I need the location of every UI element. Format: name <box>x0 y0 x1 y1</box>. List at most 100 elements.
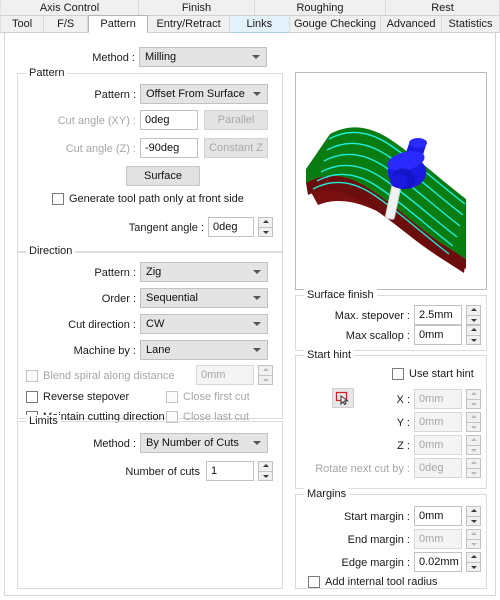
number-of-cuts-spinner[interactable] <box>258 461 273 481</box>
parallel-button[interactable]: Parallel <box>204 110 268 130</box>
tab-links[interactable]: Links <box>229 16 290 33</box>
spinner-down-icon[interactable] <box>258 374 273 385</box>
chevron-down-icon <box>253 296 261 300</box>
tab-rest[interactable]: Rest <box>386 0 500 16</box>
add-internal-tool-radius-label: Add internal tool radius <box>325 576 438 588</box>
edge-margin-input[interactable]: 0.02mm <box>414 552 462 572</box>
cut-angle-z-input[interactable]: -90deg <box>140 138 198 158</box>
tab-pattern[interactable]: Pattern <box>88 15 149 33</box>
number-of-cuts-value: 1 <box>211 465 218 477</box>
limits-method-combobox[interactable]: By Number of Cuts <box>140 433 268 453</box>
use-start-hint-label: Use start hint <box>409 368 474 380</box>
spinner-up-icon[interactable] <box>466 552 481 562</box>
max-stepover-spinner[interactable] <box>466 305 481 325</box>
pattern-combobox[interactable]: Offset From Surface <box>140 84 268 104</box>
spinner-up-icon[interactable] <box>466 458 481 468</box>
spinner-up-icon[interactable] <box>466 305 481 315</box>
spinner-up-icon[interactable] <box>466 412 481 422</box>
pattern-tab-pane: Method : Milling Pattern Pattern : Offse… <box>4 33 496 596</box>
tab-label: Rest <box>431 1 454 14</box>
spinner-up-icon[interactable] <box>258 217 273 227</box>
start-hint-y-label: Y : <box>396 417 410 429</box>
spinner-up-icon[interactable] <box>466 529 481 539</box>
use-start-hint-checkbox[interactable]: Use start hint <box>392 367 474 381</box>
rotate-next-cut-label: Rotate next cut by : <box>315 463 410 475</box>
tangent-angle-label: Tangent angle : <box>128 222 204 234</box>
max-scallop-spinner[interactable] <box>466 325 481 345</box>
spinner-down-icon[interactable] <box>258 470 273 481</box>
tab-tool[interactable]: Tool <box>0 16 45 33</box>
margins-group-title: Margins <box>304 488 350 500</box>
spinner-down-icon[interactable] <box>258 226 273 237</box>
add-internal-tool-radius-checkbox[interactable]: Add internal tool radius <box>308 575 438 589</box>
tab-statistics[interactable]: Statistics <box>441 16 500 33</box>
spinner-down-icon[interactable] <box>466 421 481 432</box>
direction-pattern-combobox[interactable]: Zig <box>140 262 268 282</box>
spinner-up-icon[interactable] <box>466 389 481 399</box>
cut-angle-xy-input[interactable]: 0deg <box>140 110 198 130</box>
spinner-down-icon[interactable] <box>466 398 481 409</box>
max-scallop-input[interactable]: 0mm <box>414 325 462 345</box>
method-combobox[interactable]: Milling <box>139 47 267 67</box>
spinner-down-icon[interactable] <box>466 561 481 572</box>
machine-by-combobox[interactable]: Lane <box>140 340 268 360</box>
spinner-up-icon[interactable] <box>466 506 481 516</box>
blend-spiral-checkbox[interactable]: Blend spiral along distance <box>26 369 174 383</box>
start-margin-input[interactable]: 0mm <box>414 506 462 526</box>
start-hint-x-value: 0mm <box>419 393 444 405</box>
tab-entry-retract[interactable]: Entry/Retract <box>148 16 230 33</box>
max-stepover-input[interactable]: 2.5mm <box>414 305 462 325</box>
tab-axis-control[interactable]: Axis Control <box>0 0 139 16</box>
end-margin-input[interactable]: 0mm <box>414 529 462 549</box>
edge-margin-spinner[interactable] <box>466 552 481 572</box>
edge-margin-label: Edge margin : <box>341 557 410 569</box>
order-combobox[interactable]: Sequential <box>140 288 268 308</box>
start-hint-y-spinner[interactable] <box>466 412 481 432</box>
tab-finish[interactable]: Finish <box>139 0 255 16</box>
spinner-up-icon[interactable] <box>466 435 481 445</box>
blend-spiral-spinner[interactable] <box>258 365 273 385</box>
spinner-down-icon[interactable] <box>466 467 481 478</box>
tab-advanced[interactable]: Advanced <box>381 16 442 33</box>
start-hint-z-input[interactable]: 0mm <box>414 435 462 455</box>
pick-point-icon[interactable] <box>332 388 354 408</box>
tab-gouge-checking[interactable]: Gouge Checking <box>289 16 382 33</box>
constant-z-button[interactable]: Constant Z <box>204 138 268 158</box>
cut-direction-combobox[interactable]: CW <box>140 314 268 334</box>
start-hint-x-input[interactable]: 0mm <box>414 389 462 409</box>
tangent-angle-input[interactable]: 0deg <box>208 217 254 237</box>
spinner-up-icon[interactable] <box>466 325 481 335</box>
start-hint-x-spinner[interactable] <box>466 389 481 409</box>
start-hint-z-spinner[interactable] <box>466 435 481 455</box>
tab-label: Pattern <box>100 18 136 30</box>
tab-row-secondary: Tool F/S Pattern Entry/Retract Links Gou… <box>0 15 500 33</box>
number-of-cuts-input[interactable]: 1 <box>206 461 254 481</box>
tab-fs[interactable]: F/S <box>44 16 89 33</box>
spinner-up-icon[interactable] <box>258 365 273 375</box>
close-first-cut-label: Close first cut <box>183 391 250 403</box>
spinner-up-icon[interactable] <box>258 461 273 471</box>
generate-front-side-label: Generate tool path only at front side <box>69 193 244 205</box>
surface-button[interactable]: Surface <box>126 166 200 186</box>
start-margin-spinner[interactable] <box>466 506 481 526</box>
reverse-stepover-checkbox[interactable]: Reverse stepover <box>26 390 129 404</box>
start-hint-y-input[interactable]: 0mm <box>414 412 462 432</box>
spinner-down-icon[interactable] <box>466 444 481 455</box>
max-scallop-value: 0mm <box>419 329 444 341</box>
rotate-next-cut-input[interactable]: 0deg <box>414 458 462 478</box>
surface-finish-group-title: Surface finish <box>304 289 377 301</box>
tab-row-primary: Axis Control Finish Roughing Rest <box>0 0 500 16</box>
surface-button-label: Surface <box>144 170 182 182</box>
spinner-down-icon[interactable] <box>466 515 481 526</box>
spinner-down-icon[interactable] <box>466 334 481 345</box>
tab-roughing[interactable]: Roughing <box>255 0 386 16</box>
limits-group-title: Limits <box>26 415 61 427</box>
end-margin-spinner[interactable] <box>466 529 481 549</box>
generate-front-side-checkbox[interactable]: Generate tool path only at front side <box>52 192 244 206</box>
tangent-angle-spinner[interactable] <box>258 217 273 237</box>
rotate-next-cut-spinner[interactable] <box>466 458 481 478</box>
spinner-down-icon[interactable] <box>466 314 481 325</box>
close-first-cut-checkbox[interactable]: Close first cut <box>166 390 250 404</box>
blend-spiral-distance-input[interactable]: 0mm <box>196 365 254 385</box>
spinner-down-icon[interactable] <box>466 538 481 549</box>
